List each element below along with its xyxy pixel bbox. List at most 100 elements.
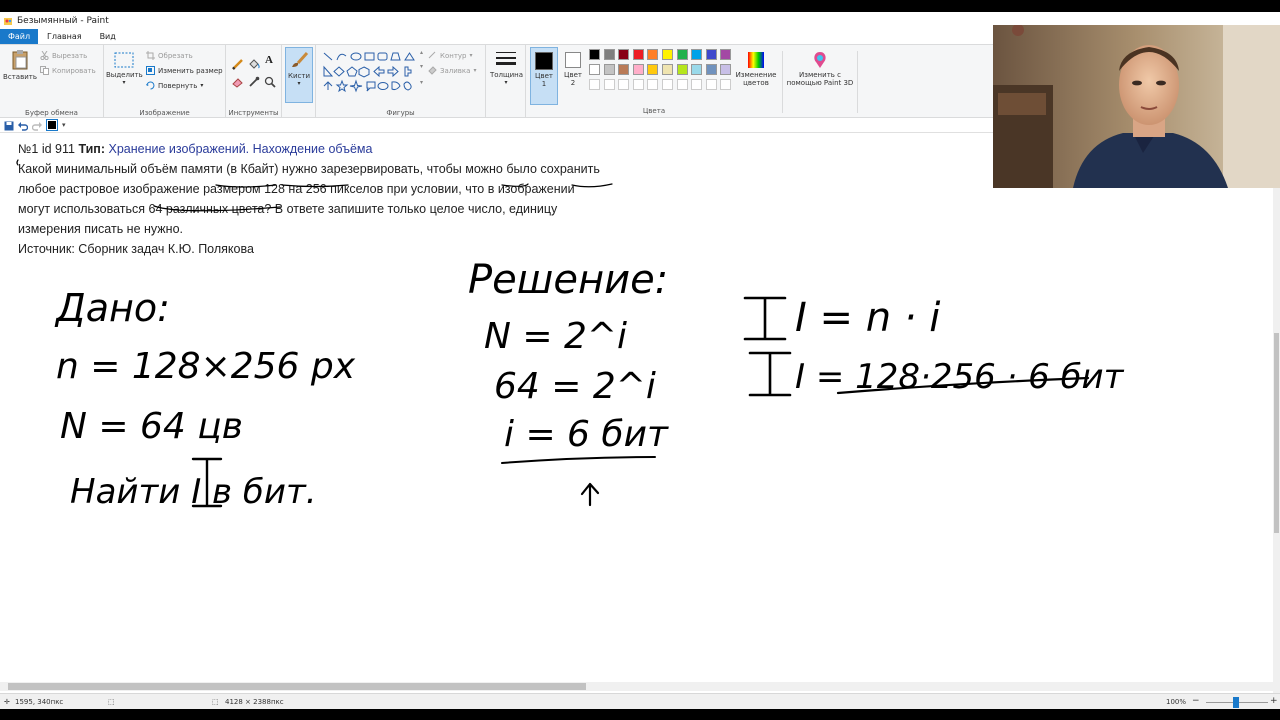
custom-color-slot[interactable] <box>662 79 673 90</box>
custom-color-slot[interactable] <box>720 79 732 90</box>
customize-dropdown-icon[interactable]: ▾ <box>62 121 66 129</box>
paint-window: Безымянный - Paint Файл Главная Вид Вста… <box>0 12 1280 709</box>
crop-button[interactable]: Обрезать <box>146 51 193 60</box>
hw-formula2: I = 128·256 · 6 бит <box>795 357 1125 397</box>
outline-icon <box>428 51 437 60</box>
custom-color-slot[interactable] <box>632 79 644 90</box>
fill-button[interactable]: Заливка ▾ <box>428 66 476 75</box>
palette-swatch[interactable] <box>705 49 717 60</box>
color-picker-tool[interactable] <box>248 73 260 92</box>
fill-tool[interactable] <box>248 55 260 74</box>
color1-label-2: 1 <box>541 80 547 88</box>
zoom-slider-knob[interactable] <box>1233 697 1239 708</box>
custom-color-slot[interactable] <box>603 79 615 90</box>
edit-colors-label-2: цветов <box>743 79 769 87</box>
zoom-out-button[interactable]: − <box>1192 696 1200 706</box>
outline-button[interactable]: Контур ▾ <box>428 51 473 60</box>
text-tool-icon: A <box>265 54 273 66</box>
custom-color-slot[interactable] <box>618 79 630 90</box>
palette-swatch[interactable] <box>647 64 659 75</box>
magnifier-icon <box>264 76 276 88</box>
tools-group-label: Инструменты <box>228 109 279 117</box>
tools-group: A Инструменты <box>226 45 282 119</box>
palette-swatch[interactable] <box>603 64 615 75</box>
palette-swatch[interactable] <box>589 64 600 75</box>
select-button[interactable]: Выделить ▾ <box>106 51 143 87</box>
vertical-scrollbar[interactable] <box>1273 133 1280 695</box>
custom-color-slot[interactable] <box>676 79 688 90</box>
redo-icon <box>31 121 42 131</box>
palette-swatch[interactable] <box>662 49 673 60</box>
copy-button[interactable]: Копировать <box>40 66 96 75</box>
color2-button[interactable]: Цвет 2 <box>559 47 587 105</box>
colors-group-label: Цвета <box>642 107 666 115</box>
status-bar: ✛ 1595, 340пкс ⬚ ⬚ 4128 × 2388пкс 100% −… <box>0 693 1280 709</box>
palette-swatch[interactable] <box>618 64 630 75</box>
palette-swatch[interactable] <box>720 49 732 60</box>
rotate-button[interactable]: Повернуть ▾ <box>146 81 203 90</box>
redo-button[interactable] <box>31 116 42 135</box>
palette-swatch[interactable] <box>589 49 600 60</box>
hw-sol-line1: N = 2^i <box>484 316 627 357</box>
palette-swatch[interactable] <box>705 64 717 75</box>
edit-colors-button[interactable]: Изменение цветов <box>734 51 778 87</box>
color2-label-1: Цвет <box>564 71 582 79</box>
paste-button[interactable]: Вставить <box>3 49 37 81</box>
cursor-position: 1595, 340пкс <box>15 698 64 706</box>
vertical-scroll-thumb[interactable] <box>1274 333 1279 533</box>
paint3d-button[interactable]: Изменить с помощью Paint 3D <box>782 51 858 113</box>
custom-color-slot[interactable] <box>691 79 703 90</box>
palette-swatch[interactable] <box>691 49 703 60</box>
palette-swatch[interactable] <box>647 49 659 60</box>
brushes-dropdown-icon: ▾ <box>297 80 301 87</box>
color-wheel-icon <box>748 52 764 68</box>
shapes-more[interactable]: ▾ <box>420 79 423 86</box>
tab-view[interactable]: Вид <box>91 29 125 44</box>
color1-label-1: Цвет <box>535 72 553 80</box>
size-button[interactable]: Толщина ▾ <box>490 49 523 87</box>
palette-swatch[interactable] <box>632 64 644 75</box>
clipboard-group: Вставить Вырезать Копировать Буфер обмен… <box>0 45 104 119</box>
shapes-scroll-up[interactable]: ▴ <box>420 49 423 56</box>
drawing-canvas[interactable]: №1 id 911 Тип: Хранение изображений. Нах… <box>0 133 1273 695</box>
select-label: Выделить <box>106 71 143 79</box>
palette-swatch[interactable] <box>691 64 703 75</box>
palette-swatch[interactable] <box>676 64 688 75</box>
horizontal-scrollbar[interactable] <box>0 682 1280 691</box>
custom-color-slot[interactable] <box>589 79 600 90</box>
undo-button[interactable] <box>18 116 29 135</box>
brushes-button[interactable]: Кисти ▾ <box>285 47 313 103</box>
undo-icon <box>18 121 29 131</box>
shapes-scroll-down[interactable]: ▾ <box>420 63 423 70</box>
custom-color-slot[interactable] <box>705 79 717 90</box>
rotate-label: Повернуть <box>158 81 198 90</box>
palette-swatch[interactable] <box>676 49 688 60</box>
horizontal-scroll-thumb[interactable] <box>8 683 586 690</box>
palette-swatch[interactable] <box>603 49 615 60</box>
cut-button[interactable]: Вырезать <box>40 50 87 61</box>
pencil-tool[interactable] <box>232 55 244 74</box>
tab-file[interactable]: Файл <box>0 29 38 44</box>
zoom-in-button[interactable]: + <box>1270 696 1278 706</box>
palette-swatch[interactable] <box>632 49 644 60</box>
magnifier-tool[interactable] <box>264 73 276 92</box>
tab-home[interactable]: Главная <box>38 29 91 44</box>
zoom-level: 100% <box>1166 698 1187 706</box>
size-group: Толщина ▾ <box>486 45 526 119</box>
color-square-button[interactable] <box>46 116 58 135</box>
color1-button[interactable]: Цвет 1 <box>530 47 558 105</box>
save-button[interactable] <box>4 116 14 135</box>
resize-button[interactable]: Изменить размер <box>146 66 223 75</box>
palette-swatch[interactable] <box>720 64 732 75</box>
custom-color-slot[interactable] <box>647 79 659 90</box>
paint3d-label-2: помощью Paint 3D <box>786 79 854 87</box>
palette-swatch[interactable] <box>662 64 673 75</box>
eraser-tool[interactable] <box>232 73 244 92</box>
rotate-dropdown-icon: ▾ <box>200 82 204 89</box>
eraser-icon <box>232 78 243 88</box>
palette-swatch[interactable] <box>618 49 630 60</box>
fill-icon <box>428 66 437 75</box>
text-tool[interactable]: A <box>265 54 273 66</box>
shapes-gallery[interactable] <box>322 51 422 95</box>
hw-sol-line2: 64 = 2^i <box>494 366 656 407</box>
